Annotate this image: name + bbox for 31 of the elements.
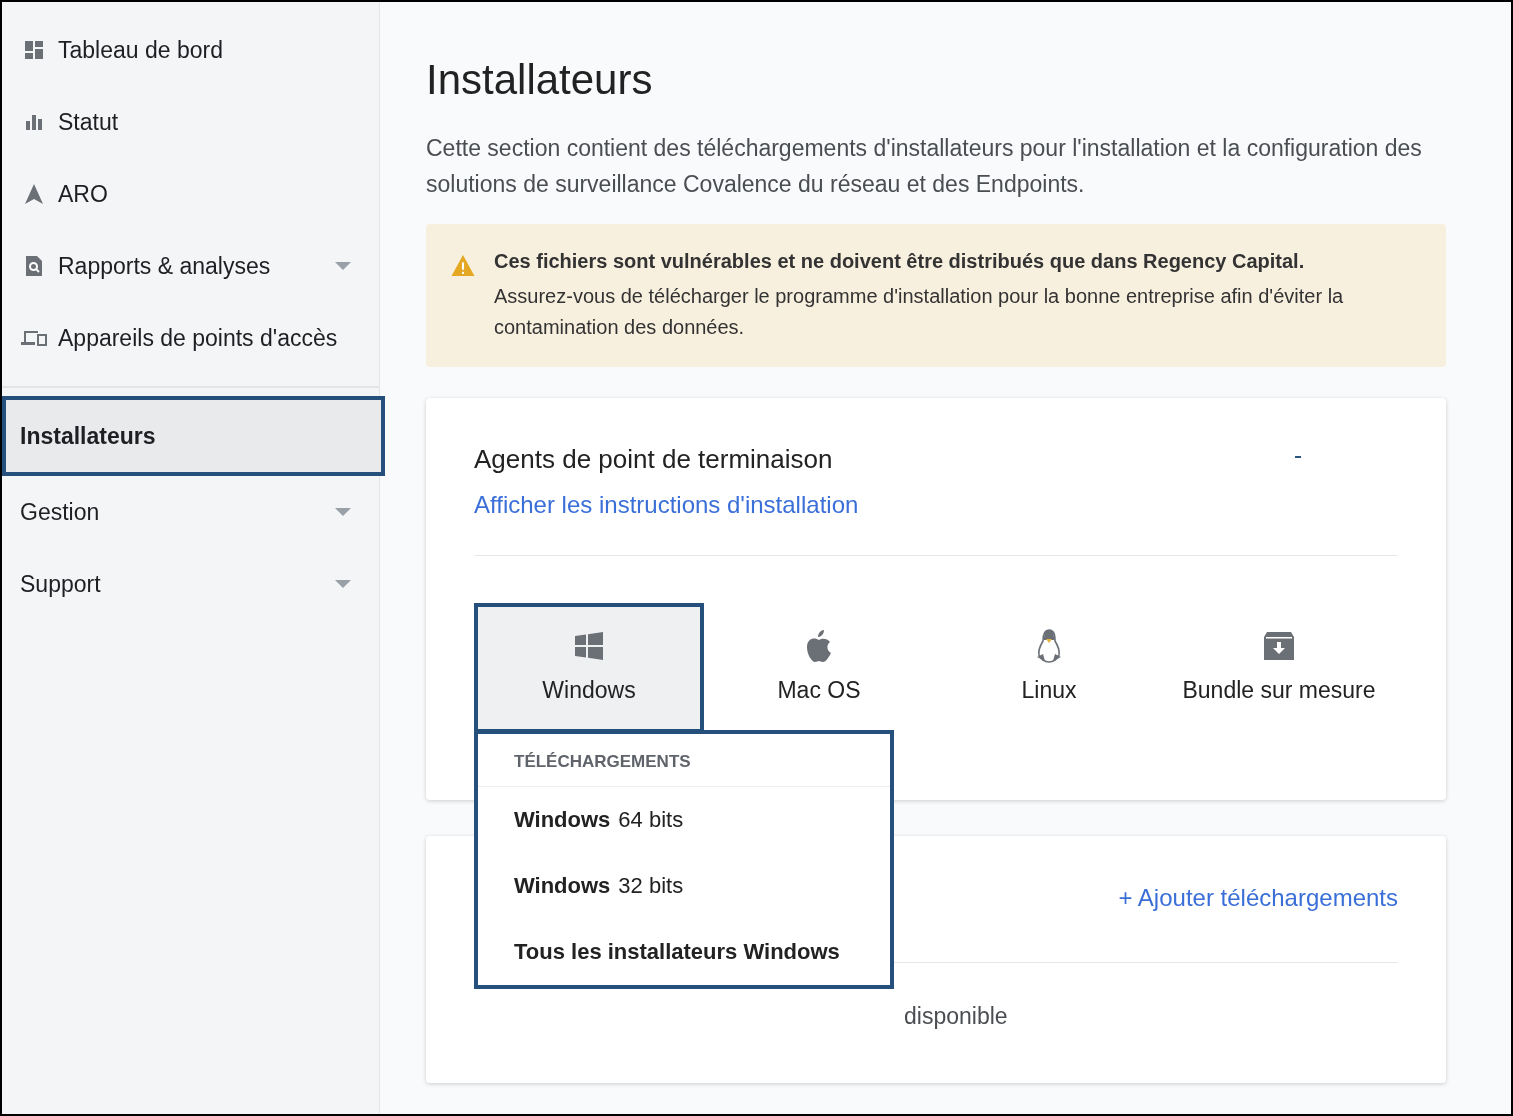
sidebar-item[interactable]: Support bbox=[2, 548, 379, 620]
menu-item[interactable]: Windows 32 bits bbox=[478, 853, 890, 919]
sidebar-item[interactable]: Gestion bbox=[2, 476, 379, 548]
sidebar-item[interactable]: Rapports & analyses bbox=[2, 230, 379, 302]
menu-header: TÉLÉCHARGEMENTS bbox=[478, 734, 890, 787]
os-tab[interactable]: Windows bbox=[474, 603, 704, 733]
sidebar-item[interactable]: Appareils de points d'accès bbox=[2, 302, 379, 374]
empty-message: disponible bbox=[904, 1003, 1008, 1029]
warning-title: Ces fichiers sont vulnérables et ne doivent être distribués que dans Regency Capital. bbox=[494, 250, 1306, 273]
page-description: Cette section contient des téléchargements d'installateurs pour l'installation et la configuration des solutions de surveillance Covalence du réseau et des Endpoints. bbox=[426, 134, 1423, 199]
menu-item[interactable]: Tous les installateurs Windows bbox=[478, 919, 890, 985]
add-downloads-link[interactable]: + Ajouter téléchargements bbox=[1118, 884, 1398, 912]
instructions-link[interactable]: Afficher les instructions d'installation bbox=[474, 491, 859, 519]
penguin-icon bbox=[1035, 629, 1063, 663]
sidebar-item[interactable]: Installateurs bbox=[2, 396, 385, 476]
warning-message: Assurez-vous de télécharger le programme d'installation pour la bonne entreprise afin d'éviter la contamination des données. bbox=[494, 284, 1345, 340]
menu-item[interactable]: Windows 64 bits bbox=[478, 787, 890, 853]
devices-icon bbox=[20, 329, 48, 347]
os-tab[interactable]: Linux bbox=[934, 603, 1164, 733]
os-tab[interactable]: Mac OS bbox=[704, 603, 934, 733]
page-title: Installateurs bbox=[426, 56, 654, 104]
windows-logo-icon bbox=[575, 629, 603, 663]
apple-logo-icon bbox=[805, 629, 833, 663]
card-title: Agents de point de terminaison bbox=[474, 444, 833, 475]
sidebar-item[interactable]: Statut bbox=[2, 86, 379, 158]
warning-icon bbox=[450, 254, 476, 277]
os-tab[interactable]: Bundle sur mesure bbox=[1164, 603, 1394, 733]
sidebar-item[interactable]: ARO bbox=[2, 158, 379, 230]
sidebar-item[interactable]: Tableau de bord bbox=[2, 14, 379, 86]
dash-mark bbox=[1295, 455, 1301, 458]
archive-download-icon bbox=[1264, 629, 1294, 663]
